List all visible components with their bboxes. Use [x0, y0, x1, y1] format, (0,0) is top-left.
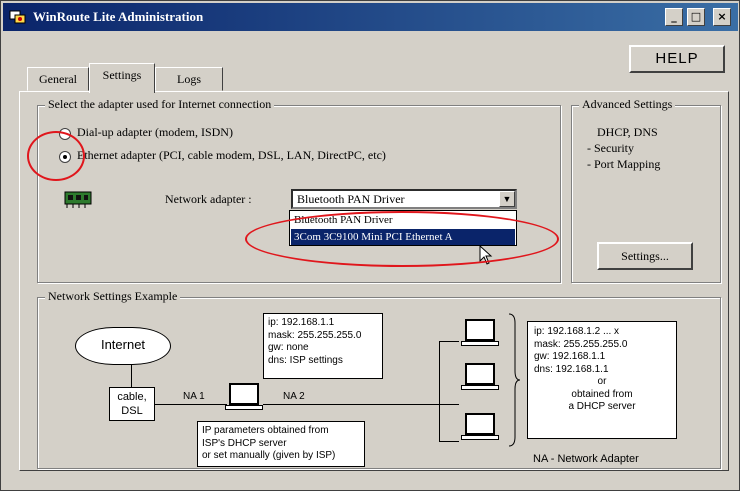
network-adapter-select[interactable]: Bluetooth PAN Driver ▼ — [291, 189, 517, 209]
maximize-button[interactable]: □ — [687, 8, 705, 26]
na2-ip: ip: 192.168.1.1 — [268, 317, 335, 328]
app-window: WinRoute Lite Administration _ □ × HELP … — [0, 0, 740, 491]
na2-dns: dns: ISP settings — [268, 354, 343, 366]
adapter-group-legend: Select the adapter used for Internet con… — [45, 97, 275, 112]
na2-mask: mask: 255.255.255.0 — [268, 329, 362, 341]
na-footnote: NA - Network Adapter — [533, 453, 639, 465]
advanced-line-port-mapping: - Port Mapping — [587, 157, 661, 171]
advanced-settings-button[interactable]: Settings... — [597, 242, 693, 270]
cable-dsl-box: cable, DSL — [109, 387, 155, 421]
client-computer-icon — [465, 363, 495, 385]
chevron-down-icon[interactable]: ▼ — [499, 191, 515, 207]
client-gw: gw: 192.168.1.1 — [534, 351, 606, 362]
connector-line — [439, 341, 459, 342]
tab-general[interactable]: General — [27, 67, 89, 91]
connector-line — [263, 404, 459, 405]
client-ip: ip: 192.168.1.2 ... x — [534, 326, 620, 337]
network-card-icon — [63, 189, 93, 209]
connector-line — [439, 341, 440, 441]
client-computer-icon — [465, 413, 495, 435]
mouse-cursor-icon — [479, 244, 493, 269]
client-mask: mask: 255.255.255.0 — [534, 338, 628, 350]
tab-settings[interactable]: Settings — [89, 63, 155, 93]
dropdown-option[interactable]: Bluetooth PAN Driver — [291, 212, 515, 228]
app-icon — [9, 8, 27, 26]
window-title: WinRoute Lite Administration — [33, 9, 204, 24]
dsl-label: DSL — [121, 405, 143, 417]
connector-line — [439, 441, 459, 442]
na2-label: NA 2 — [283, 391, 305, 402]
client-computer-base — [461, 435, 499, 440]
client-computer-base — [461, 385, 499, 390]
network-adapter-value: Bluetooth PAN Driver — [297, 192, 405, 206]
client-dhcp: a DHCP server — [568, 401, 636, 412]
na2-gw: gw: none — [268, 342, 309, 353]
router-computer-base — [225, 405, 263, 410]
client-computer-icon — [465, 319, 495, 341]
dropdown-option-selected[interactable]: 3Com 3C9100 Mini PCI Ethernet A — [291, 229, 515, 245]
network-adapter-label: Network adapter : — [165, 192, 252, 206]
advanced-line-security: - Security — [587, 141, 634, 155]
client-settings-box: ip: 192.168.1.2 ... x mask: 255.255.255.… — [527, 321, 677, 439]
connector-line — [131, 365, 132, 387]
help-button[interactable]: HELP — [629, 45, 725, 73]
na2-settings-box: ip: 192.168.1.1 mask: 255.255.255.0 gw: … — [263, 313, 383, 379]
na1-label: NA 1 — [183, 391, 205, 402]
title-bar[interactable]: WinRoute Lite Administration _ □ × — [3, 3, 738, 31]
close-button[interactable]: × — [713, 8, 731, 26]
na1-settings-box: IP parameters obtained from ISP's DHCP s… — [197, 421, 365, 467]
radio-dialup[interactable] — [59, 128, 71, 140]
client-bracket — [507, 313, 521, 451]
network-adapter-dropdown: Bluetooth PAN Driver 3Com 3C9100 Mini PC… — [289, 210, 517, 246]
minimize-button[interactable]: _ — [665, 8, 683, 26]
advanced-line-dhcp: DHCP, DNS — [597, 125, 658, 139]
client-obtained: obtained from — [571, 388, 633, 400]
radio-dialup-label: Dial-up adapter (modem, ISDN) — [77, 125, 233, 139]
client-computer-base — [461, 341, 499, 346]
client-dns: dns: 192.168.1.1 — [534, 363, 609, 375]
cable-label: cable, — [117, 391, 147, 403]
na1-line: IP parameters obtained from — [202, 425, 329, 436]
network-example-legend: Network Settings Example — [45, 289, 181, 304]
radio-ethernet[interactable] — [59, 151, 71, 163]
connector-line — [155, 404, 227, 405]
na1-line: ISP's DHCP server — [202, 437, 287, 449]
radio-ethernet-label: Ethernet adapter (PCI, cable modem, DSL,… — [77, 148, 386, 162]
tab-logs[interactable]: Logs — [155, 67, 223, 91]
router-computer-icon — [229, 383, 259, 405]
client-or: or — [597, 376, 607, 387]
na1-line: or set manually (given by ISP) — [202, 450, 336, 461]
advanced-settings-legend: Advanced Settings — [579, 97, 676, 112]
internet-cloud: Internet — [75, 327, 171, 365]
